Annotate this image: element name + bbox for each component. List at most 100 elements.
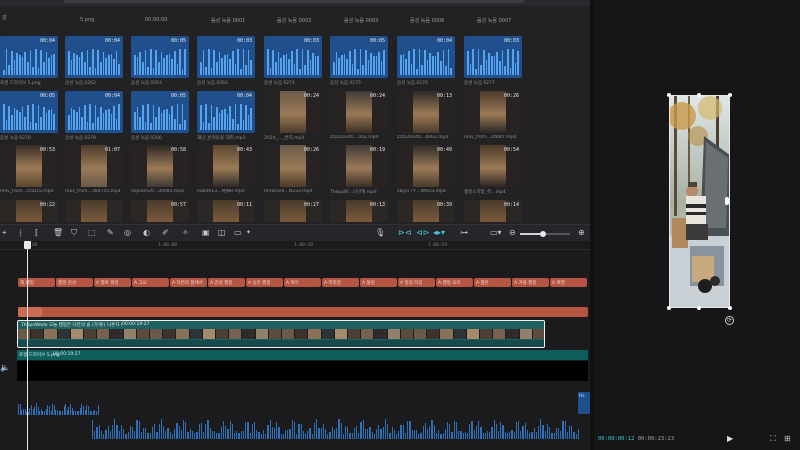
timeline-ruler[interactable]: 00:00 1:00:00 1:00:10 1:00:19 — [0, 241, 590, 250]
video-thumbnail[interactable]: 00:39 — [397, 200, 455, 222]
zoom-slider[interactable] — [520, 231, 570, 237]
video-thumbnail[interactable]: 00:27 — [264, 200, 322, 222]
text-clip[interactable]: A 평온 — [474, 278, 511, 287]
play-icon[interactable]: ▶ — [727, 434, 733, 443]
text-clip[interactable]: 캠핑 감성 — [56, 278, 93, 287]
preview-video[interactable] — [669, 95, 730, 308]
edit-icon[interactable]: ✐ — [162, 229, 169, 237]
audio-thumbnail[interactable]: 00:04 — [65, 36, 123, 78]
video-thumbnail[interactable]: 00:13 — [330, 200, 388, 222]
main-video-clip[interactable]: ThepoWedo 오늘 캠핑은 나만의 숲 (가게!) 나혼자 캠핑.mp4 … — [17, 320, 545, 348]
crop-icon[interactable]: ⬚ — [88, 229, 96, 237]
audio-thumbnail[interactable]: 00:04 — [397, 36, 455, 78]
audio-clip-end[interactable]: HL — [578, 392, 590, 414]
split-left-icon[interactable]: ⁅ — [35, 229, 38, 237]
video-thumbnail[interactable]: 00:57 — [131, 200, 189, 222]
freeze-icon[interactable]: ▣ — [202, 229, 210, 237]
text-clip[interactable]: A 고요 — [132, 278, 169, 287]
media-search-bar[interactable] — [64, 0, 524, 3]
video-thumbnail[interactable]: 00:53 — [0, 145, 58, 187]
text-clip[interactable]: A 여유 — [284, 278, 321, 287]
video-thumbnail[interactable]: 00:58 — [131, 145, 189, 187]
waveform-bar — [249, 432, 251, 439]
text-clip[interactable]: A 힐링 타임 — [398, 278, 435, 287]
transform-handle-tl[interactable] — [667, 93, 671, 97]
transform-handle-br[interactable] — [728, 306, 732, 310]
delete-icon[interactable]: 🗑 — [53, 229, 63, 237]
magic-icon[interactable]: ✧ — [182, 229, 189, 237]
waveform-bar — [316, 419, 318, 439]
audio-thumbnail[interactable]: 00:04 — [0, 36, 58, 78]
rotate-icon[interactable]: ⟳ — [725, 316, 734, 325]
video-thumbnail[interactable]: 00:19 — [330, 145, 388, 187]
video-thumbnail[interactable]: 00:24 — [330, 91, 388, 133]
video-thumbnail[interactable] — [65, 200, 123, 222]
audio-thumbnail[interactable]: 00:04 — [65, 91, 123, 133]
snap-icon[interactable]: ◂▸▾ — [433, 229, 445, 237]
text-clip[interactable]: A 자연의 품에서 — [170, 278, 207, 287]
text-clip[interactable]: A 따뜻함 — [322, 278, 359, 287]
mask-icon[interactable]: ✎ — [107, 229, 114, 237]
transform-handle-t[interactable] — [697, 93, 701, 97]
video-thumbnail[interactable]: 00:43 — [197, 145, 255, 187]
color-icon[interactable]: ◐ — [143, 229, 150, 237]
shield-icon[interactable]: ⛉ — [71, 229, 77, 237]
audio-clip-2[interactable] — [92, 419, 580, 439]
text-clip[interactable]: A 낭만 캠핑 — [246, 278, 283, 287]
ripple-icon[interactable]: ⊶ — [460, 229, 468, 237]
volume-icon[interactable]: 🔈 — [0, 363, 14, 377]
transform-handle-b[interactable] — [697, 306, 701, 310]
audio-thumbnail[interactable]: 00:03 — [464, 36, 522, 78]
video-thumbnail[interactable]: 00:14 — [464, 200, 522, 222]
video-thumbnail[interactable]: 00:54 — [464, 145, 522, 187]
text-clip[interactable]: A 겨울 캠핑 — [512, 278, 549, 287]
link-icon[interactable]: ⊳⊲ — [398, 229, 411, 237]
video-thumbnail[interactable]: 00:11 — [197, 200, 255, 222]
text-clip[interactable]: A 불멍 — [360, 278, 397, 287]
screen-toggle-icon[interactable]: ▭▾ — [490, 229, 502, 237]
video-thumbnail[interactable]: 00:26 — [464, 91, 522, 133]
audio-thumbnail[interactable]: 00:03 — [197, 36, 255, 78]
video-thumbnail[interactable]: 00:49 — [397, 145, 455, 187]
ratio-icon[interactable]: ⊞ — [784, 434, 791, 443]
zoom-out-icon[interactable]: ⊖ — [509, 229, 516, 237]
transform-handle-tr[interactable] — [728, 93, 732, 97]
fullscreen-icon[interactable]: ⛶ — [770, 434, 776, 444]
audio-thumbnail[interactable]: 00:05 — [131, 91, 189, 133]
video-thumbnail[interactable]: 00:13 — [397, 91, 455, 133]
video-thumbnail[interactable]: 00:22 — [0, 200, 58, 222]
title-clip[interactable] — [18, 307, 588, 317]
zoom-in-icon[interactable]: ⊕ — [578, 229, 585, 237]
audio-thumbnail[interactable]: 00:05 — [0, 91, 58, 133]
audio-thumbnail[interactable]: 00:03 — [264, 36, 322, 78]
video-frame — [346, 200, 372, 222]
speed-icon[interactable]: ◎ — [124, 229, 131, 237]
playhead-handle[interactable] — [24, 241, 31, 249]
screen-icon[interactable]: ▭ — [234, 229, 242, 237]
video-thumbnail[interactable]: 01:07 — [65, 145, 123, 187]
text-clip[interactable]: A 행복 힐링 — [94, 278, 131, 287]
text-clip[interactable]: A 감성 캠핑 — [208, 278, 245, 287]
overlay-black-clip[interactable] — [17, 361, 588, 381]
select-icon[interactable]: ⌖ — [2, 229, 7, 237]
audio-clip-1[interactable] — [18, 403, 99, 415]
zoom-slider-knob[interactable] — [539, 231, 546, 237]
mic-icon[interactable]: 🎙 — [375, 229, 385, 237]
text-clip[interactable]: A 캠핑 요리 — [436, 278, 473, 287]
sticker-icon[interactable]: ✦ — [246, 229, 251, 237]
split-icon[interactable]: ⸡ — [18, 229, 22, 237]
waveform-bar — [55, 410, 56, 415]
preview-icon[interactable]: ⊲⊳ — [416, 229, 429, 237]
transform-handle-r[interactable] — [725, 197, 729, 205]
audio-thumbnail[interactable]: 00:05 — [330, 36, 388, 78]
text-clip[interactable]: A 여행 — [550, 278, 587, 287]
text-clip[interactable]: 해 캠핑 — [18, 278, 55, 287]
audio-thumbnail[interactable]: 00:05 — [131, 36, 189, 78]
transform-handle-bl[interactable] — [667, 306, 671, 310]
video-thumbnail[interactable]: 00:24 — [264, 91, 322, 133]
playhead[interactable] — [27, 241, 28, 450]
audio-thumbnail[interactable]: 00:04 — [197, 91, 255, 133]
overlay-clip[interactable]: 로컬 드라이브 5.png 00:00:19:27 — [17, 350, 588, 360]
transition-icon[interactable]: ◫ — [218, 229, 226, 237]
video-thumbnail[interactable]: 00:26 — [264, 145, 322, 187]
